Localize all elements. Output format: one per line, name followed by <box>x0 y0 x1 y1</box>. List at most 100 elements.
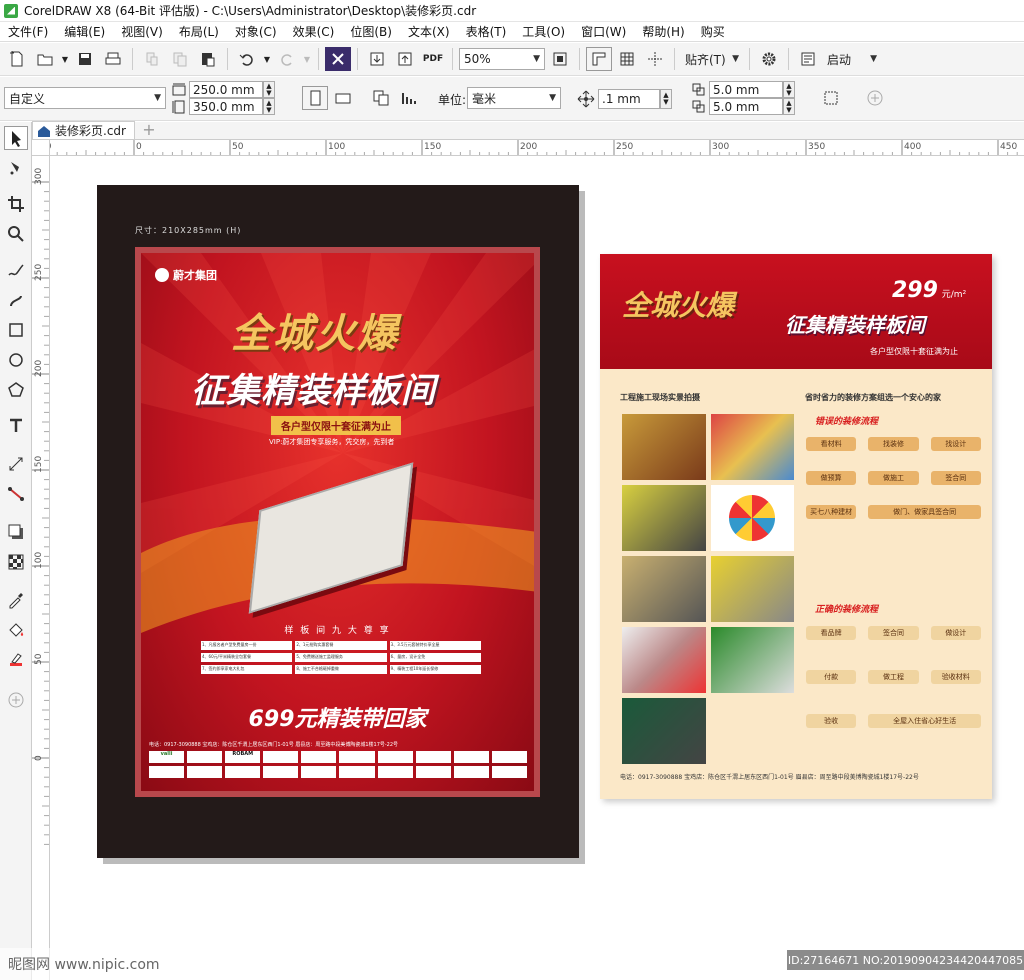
portrait-button[interactable] <box>302 86 328 110</box>
benefit-item: 2、1元抢购实惠套餐 <box>295 641 387 650</box>
menu-window[interactable]: 窗口(W) <box>573 23 634 40</box>
menu-text[interactable]: 文本(X) <box>400 23 458 40</box>
pick-tool[interactable] <box>4 126 28 150</box>
search-content-button[interactable] <box>325 47 351 71</box>
save-icon <box>79 53 91 65</box>
crop-tool[interactable] <box>4 192 28 216</box>
options-button[interactable] <box>756 47 782 71</box>
show-rulers-button[interactable] <box>586 47 612 71</box>
menu-buy[interactable]: 购买 <box>693 23 733 40</box>
menu-effects[interactable]: 效果(C) <box>285 23 343 40</box>
menu-edit[interactable]: 编辑(E) <box>56 23 113 40</box>
page-width-field[interactable]: 250.0 mm <box>189 81 263 98</box>
transparency-tool[interactable] <box>4 550 28 574</box>
horizontal-ruler[interactable]: 50 0 50 100 150 200 250 300 350 400 450 <box>50 140 1024 156</box>
new-tab-button[interactable]: + <box>141 122 157 139</box>
redo-dropdown-button[interactable]: ▼ <box>302 47 312 71</box>
site-photo <box>710 414 794 480</box>
ruler-tick-label: 50 <box>34 653 44 665</box>
toolbar-separator <box>788 48 789 70</box>
cut-button[interactable] <box>139 47 165 71</box>
process-step: 看品牌 <box>806 626 857 640</box>
ruler-icon <box>592 52 606 66</box>
back-price-group: 299 元/m² <box>892 278 966 303</box>
connector-tool[interactable] <box>4 482 28 506</box>
page-size-select[interactable]: 自定义 ▼ <box>4 87 166 109</box>
export-button[interactable] <box>392 47 418 71</box>
ruler-origin[interactable] <box>32 140 50 156</box>
folder-open-icon <box>37 54 53 66</box>
save-button[interactable] <box>72 47 98 71</box>
print-button[interactable] <box>100 47 126 71</box>
eyedropper-tool[interactable] <box>4 588 28 612</box>
duplicate-x-spinner[interactable]: ▲ ▼ <box>783 81 795 98</box>
nudge-distance-spinner[interactable]: ▲ ▼ <box>660 89 672 109</box>
rectangle-tool[interactable] <box>4 318 28 342</box>
brand-logo: 蔚才集团 <box>155 267 217 283</box>
add-tool-button[interactable] <box>4 688 28 712</box>
launch-dropdown[interactable]: 启动 ▼ <box>823 48 881 70</box>
duplicate-y-spinner[interactable]: ▲ ▼ <box>783 98 795 115</box>
full-screen-button[interactable] <box>547 47 573 71</box>
show-grid-button[interactable] <box>614 47 640 71</box>
drawing-canvas[interactable]: 尺寸：210X285mm (H) 蔚才集团 全城火爆 征集精装样板间 各户型仅限… <box>51 157 1024 980</box>
menu-help[interactable]: 帮助(H) <box>634 23 692 40</box>
treat-as-filled-button[interactable] <box>818 86 844 110</box>
ruler-tick-label: 250 <box>616 142 633 152</box>
duplicate-distance-y-field[interactable]: 5.0 mm <box>709 98 783 115</box>
paste-button[interactable] <box>195 47 221 71</box>
interactive-fill-tool[interactable] <box>4 618 28 642</box>
duplicate-distance-x-field[interactable]: 5.0 mm <box>709 81 783 98</box>
drop-shadow-tool[interactable] <box>4 520 28 544</box>
ruler-tick-label: 100 <box>34 552 44 569</box>
zoom-level-select[interactable]: 50% ▼ <box>459 48 545 70</box>
nudge-distance-field[interactable]: .1 mm <box>598 89 660 109</box>
menu-bitmaps[interactable]: 位图(B) <box>342 23 400 40</box>
document-tab[interactable]: 装修彩页.cdr <box>32 121 135 139</box>
snap-to-dropdown[interactable]: 贴齐(T) ▼ <box>681 48 743 70</box>
landscape-button[interactable] <box>330 86 356 110</box>
vertical-ruler[interactable]: 300 250 200 150 100 50 0 <box>32 156 50 980</box>
redo-button[interactable] <box>274 47 300 71</box>
poster-front-page[interactable]: 尺寸：210X285mm (H) 蔚才集团 全城火爆 征集精装样板间 各户型仅限… <box>97 185 579 858</box>
page-height-spinner[interactable]: ▲ ▼ <box>263 98 275 115</box>
menu-layout[interactable]: 布局(L) <box>171 23 227 40</box>
add-toolbar-item-button[interactable] <box>862 86 888 110</box>
show-guidelines-button[interactable] <box>642 47 668 71</box>
toolbar-separator <box>227 48 228 70</box>
menu-file[interactable]: 文件(F) <box>0 23 56 40</box>
open-button[interactable] <box>32 47 58 71</box>
all-pages-button[interactable] <box>368 86 394 110</box>
smart-fill-tool[interactable] <box>4 648 28 672</box>
menu-view[interactable]: 视图(V) <box>113 23 171 40</box>
undo-dropdown-button[interactable]: ▼ <box>262 47 272 71</box>
open-dropdown-button[interactable]: ▼ <box>60 47 70 71</box>
page-height-field[interactable]: 350.0 mm <box>189 98 263 115</box>
copy-button[interactable] <box>167 47 193 71</box>
zoom-tool[interactable] <box>4 222 28 246</box>
freehand-tool[interactable] <box>4 258 28 282</box>
redo-icon <box>281 54 292 66</box>
units-select[interactable]: 毫米 ▼ <box>467 87 561 109</box>
menu-object[interactable]: 对象(C) <box>227 23 285 40</box>
publish-pdf-button[interactable]: PDF <box>420 47 446 71</box>
polygon-tool[interactable] <box>4 378 28 402</box>
menu-table[interactable]: 表格(T) <box>458 23 515 40</box>
import-button[interactable] <box>364 47 390 71</box>
poster-back-page[interactable]: 全城火爆 299 元/m² 征集精装样板间 各户型仅限十套征满为止 工程施工现场… <box>600 254 992 799</box>
current-page-button[interactable] <box>396 86 422 110</box>
menu-tools[interactable]: 工具(O) <box>514 23 573 40</box>
undo-button[interactable] <box>234 47 260 71</box>
page-width-spinner[interactable]: ▲ ▼ <box>263 81 275 98</box>
new-document-button[interactable] <box>4 47 30 71</box>
duplicate-distance-x-value: 5.0 mm <box>713 82 760 97</box>
ellipse-tool[interactable] <box>4 348 28 372</box>
back-price: 299 <box>892 278 938 303</box>
document-tabs: 装修彩页.cdr + <box>32 121 1024 140</box>
ruler-tick-label: 250 <box>34 264 44 281</box>
artistic-media-tool[interactable] <box>4 288 28 312</box>
shape-tool[interactable] <box>4 156 28 180</box>
parallel-dimension-tool[interactable] <box>4 452 28 476</box>
launcher-icon-button[interactable] <box>795 47 821 71</box>
text-tool[interactable] <box>4 414 28 438</box>
